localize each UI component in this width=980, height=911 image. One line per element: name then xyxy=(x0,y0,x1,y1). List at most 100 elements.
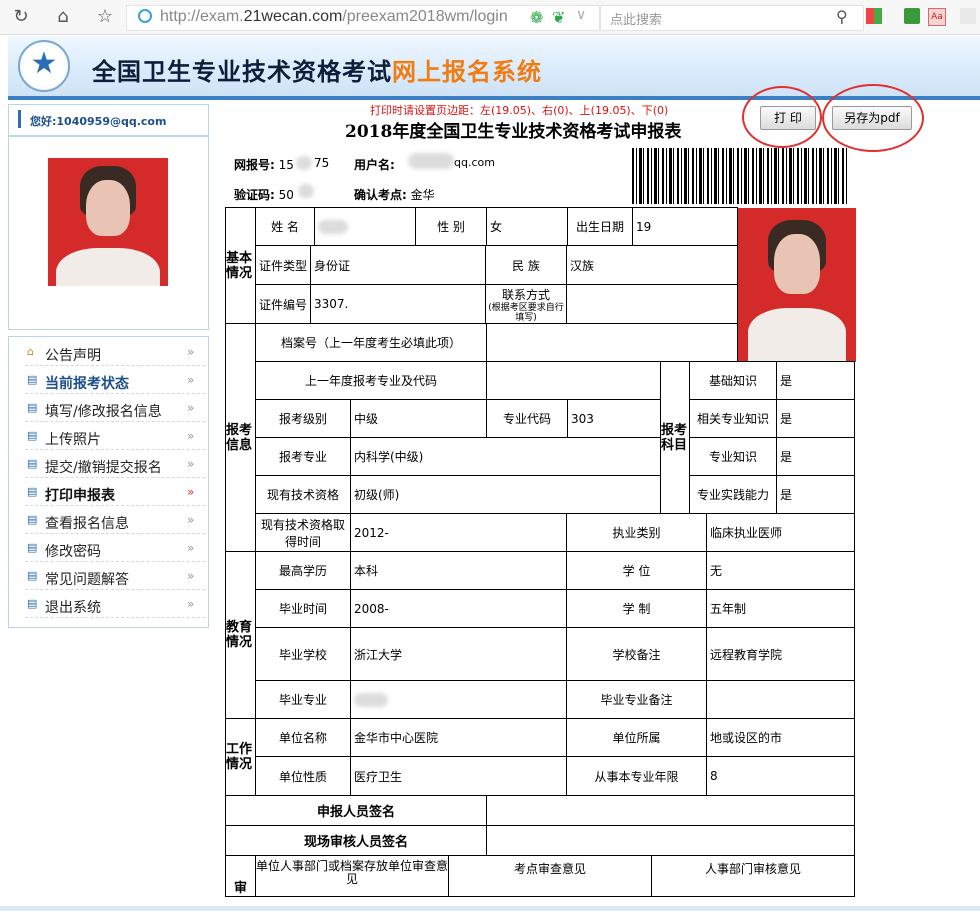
idtype-label: 证件类型 xyxy=(255,245,311,285)
username-value: qq.com xyxy=(454,156,495,169)
gender-value: 女 xyxy=(486,207,568,246)
barcode xyxy=(632,148,848,204)
practice-label: 执业类别 xyxy=(566,513,707,552)
school-value: 浙江大学 xyxy=(350,627,567,681)
xuewei-label: 学 位 xyxy=(566,551,707,590)
section-work: 工作情况 xyxy=(225,718,256,796)
section-report: 报考信息 xyxy=(225,323,256,552)
doc-icon: ▤ xyxy=(27,541,38,554)
sidebar-item-logout[interactable]: ▤ 退出系统» xyxy=(25,593,205,618)
section-basic: 基本情况 xyxy=(225,207,256,324)
site-icon xyxy=(138,9,152,23)
doc-icon: ▤ xyxy=(27,373,38,386)
subject-name: 专业知识 xyxy=(689,437,777,476)
qual-value: 初级(师) xyxy=(350,475,661,514)
code-label: 专业代码 xyxy=(486,399,568,438)
xuezhi-value: 五年制 xyxy=(706,589,855,628)
nature-label: 单位性质 xyxy=(255,756,351,796)
doc-icon: ▤ xyxy=(27,597,38,610)
home-icon: ⌂ xyxy=(27,345,34,358)
exam-site: 确认考点: 金华 xyxy=(354,188,435,202)
sidebar-photo xyxy=(48,158,168,286)
chevron-right-icon: » xyxy=(187,513,195,527)
lastyear-value xyxy=(486,361,661,400)
idno-value: 3307. xyxy=(310,284,486,324)
unit-value: 金华市中心医院 xyxy=(350,718,567,757)
home-icon[interactable]: ⌂ xyxy=(52,6,74,28)
greeting-accent xyxy=(18,110,21,128)
sidebar-item-view-info[interactable]: ▤ 查看报名信息» xyxy=(25,509,205,534)
subject-value: 是 xyxy=(776,399,855,438)
idtype-value: 身份证 xyxy=(310,245,486,285)
dropdown-icon[interactable]: ∨ xyxy=(576,7,586,23)
idno-label: 证件编号 xyxy=(255,284,311,324)
sidebar-item-submit[interactable]: ▤ 提交/撤销提交报名» xyxy=(25,453,205,478)
sidebar-item-password[interactable]: ▤ 修改密码» xyxy=(25,537,205,562)
security-icon[interactable]: ❁ xyxy=(530,8,543,27)
onsite-sign-value xyxy=(486,825,855,856)
sidebar-item-announcement[interactable]: ⌂ 公告声明» xyxy=(25,341,205,366)
sidebar-item-print[interactable]: ▤ 打印申报表» xyxy=(25,481,205,506)
level-label: 报考级别 xyxy=(255,399,351,438)
hr-review-label: 单位人事部门或档案存放单位审查意见 xyxy=(255,855,449,897)
section-review: 审 xyxy=(225,855,256,897)
user-greeting: 您好:1040959@qq.com xyxy=(30,115,167,128)
ethnic-value: 汉族 xyxy=(566,245,738,285)
qualtime-value: 2012- xyxy=(350,513,567,552)
subject-value: 是 xyxy=(776,437,855,476)
doc-icon: ▤ xyxy=(27,401,38,414)
degree-value: 本科 xyxy=(350,551,567,590)
doc-icon: ▤ xyxy=(27,485,38,498)
unit-label: 单位名称 xyxy=(255,718,351,757)
reader-icon[interactable] xyxy=(904,8,920,24)
gender-label: 性 别 xyxy=(415,207,487,246)
star-icon[interactable]: ☆ xyxy=(94,6,116,28)
onsite-sign-label: 现场审核人员签名 xyxy=(225,825,487,856)
search-input[interactable]: 点此搜索 xyxy=(610,9,662,28)
subject-name: 基础知识 xyxy=(689,361,777,400)
qual-label: 现有技术资格 xyxy=(255,475,351,514)
xuewei-value: 无 xyxy=(706,551,855,590)
birth-label: 出生日期 xyxy=(567,207,633,246)
chevron-right-icon: » xyxy=(187,373,195,387)
search-icon[interactable]: ⚲ xyxy=(836,7,848,26)
application-table: 基本情况 报考信息 教育情况 工作情况 姓 名 性 别 女 出生日期 19 证件… xyxy=(225,207,856,898)
edu-major-value xyxy=(350,680,567,719)
sidebar-item-faq[interactable]: ▤ 常见问题解答» xyxy=(25,565,205,590)
extension-icon[interactable] xyxy=(960,8,976,24)
lastyear-label: 上一年度报考专业及代码 xyxy=(255,361,487,400)
doc-icon: ▤ xyxy=(27,513,38,526)
code-row: 验证码: 50 xyxy=(234,188,294,202)
site-review-label: 考点审查意见 xyxy=(448,855,652,897)
refresh-icon[interactable]: ↻ xyxy=(10,6,32,28)
major-value: 内科学(中级) xyxy=(350,437,661,476)
majornote-value xyxy=(706,680,855,719)
chevron-right-icon: » xyxy=(187,401,195,415)
applicant-sign-label: 申报人员签名 xyxy=(225,795,487,826)
annotation-circle xyxy=(822,84,924,152)
name-label: 姓 名 xyxy=(255,207,315,246)
schoolnote-label: 学校备注 xyxy=(566,627,707,681)
redacted-value xyxy=(298,184,314,198)
code-value: 303 xyxy=(567,399,661,438)
subjects-label: 报考科目 xyxy=(660,361,690,514)
horizontal-scrollbar[interactable] xyxy=(0,906,980,911)
sidebar-item-status[interactable]: ▤ 当前报考状态» xyxy=(25,369,205,394)
chevron-right-icon: » xyxy=(187,429,195,443)
major-label: 报考专业 xyxy=(255,437,351,476)
xuezhi-label: 学 制 xyxy=(566,589,707,628)
sidebar-item-upload-photo[interactable]: ▤ 上传照片» xyxy=(25,425,205,450)
archive-label: 档案号（上一年度考生必填此项） xyxy=(255,323,487,362)
gradtime-value: 2008- xyxy=(350,589,567,628)
apps-icon[interactable] xyxy=(866,8,882,24)
schoolnote-value: 远程教育学院 xyxy=(706,627,855,681)
level-value: 中级 xyxy=(350,399,487,438)
subject-value: 是 xyxy=(776,475,855,514)
region-label: 单位所属 xyxy=(566,718,707,757)
url-text[interactable]: http://exam.21wecan.com/preexam2018wm/lo… xyxy=(160,8,508,26)
translate-icon[interactable]: Aa xyxy=(928,8,946,26)
contact-value xyxy=(566,284,738,324)
sidebar-item-edit-info[interactable]: ▤ 填写/修改报名信息» xyxy=(25,397,205,422)
doc-icon: ▤ xyxy=(27,429,38,442)
leaf-icon[interactable]: ❦ xyxy=(552,8,565,27)
